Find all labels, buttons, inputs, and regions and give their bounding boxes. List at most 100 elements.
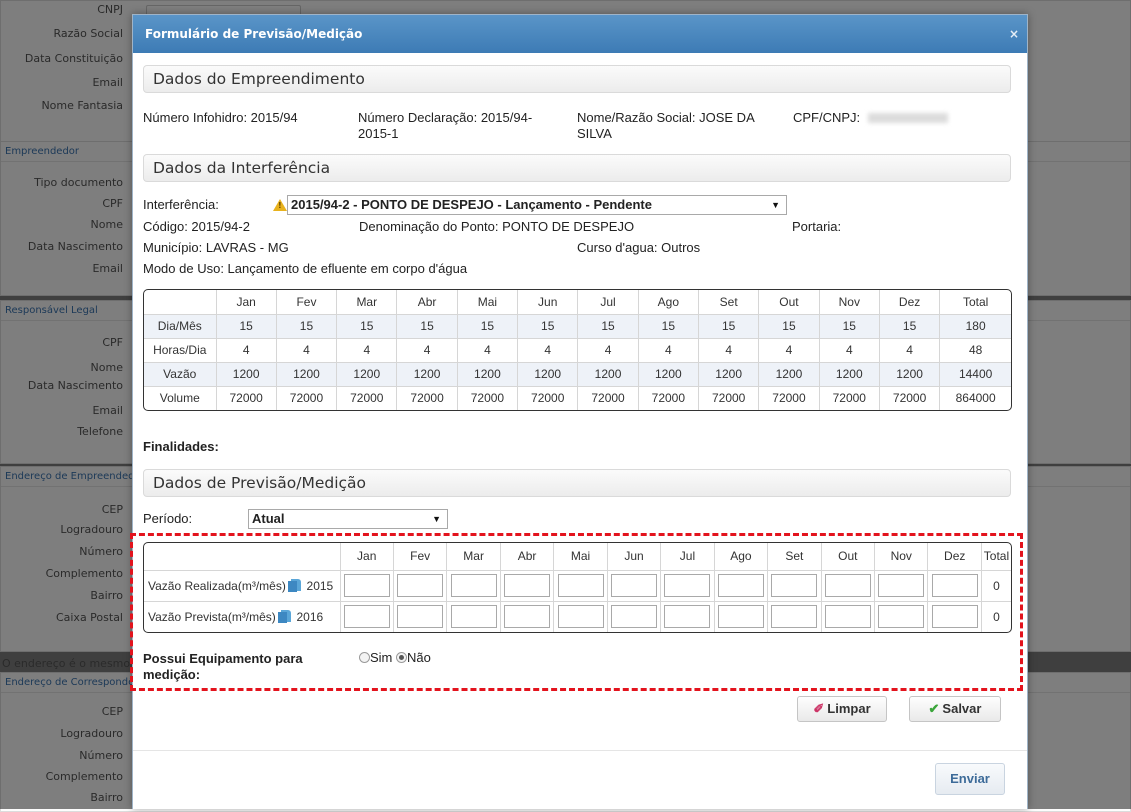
usage-cell: 15 <box>637 313 700 339</box>
month-header: Abr <box>396 290 458 315</box>
chevron-down-icon: ▼ <box>771 200 780 210</box>
row-label: Vazão <box>144 361 217 387</box>
denominacao: Denominação do Ponto: PONTO DE DESPEJO <box>359 219 635 234</box>
row-label: Dia/Mês <box>144 313 217 339</box>
usage-cell: 72000 <box>878 385 941 410</box>
row-label: Volume <box>144 385 217 410</box>
usage-cell: 15 <box>517 313 579 339</box>
usage-cell: 72000 <box>456 385 519 410</box>
month-header: Fev <box>275 290 338 315</box>
usage-cell: 15 <box>818 313 880 339</box>
municipio: Município: LAVRAS - MG <box>143 240 289 255</box>
highlight-box <box>130 533 1023 691</box>
usage-cell: 1200 <box>878 361 941 387</box>
usage-total: 864000 <box>939 385 1011 410</box>
usage-cell: 1200 <box>637 361 700 387</box>
usage-cell: 4 <box>517 337 579 363</box>
chevron-down-icon: ▼ <box>432 514 441 524</box>
month-header: Jan <box>215 290 277 315</box>
declaration-line1: Número Declaração: 2015/94- <box>358 110 533 125</box>
usage-cell: 1200 <box>336 361 398 387</box>
interferencia-select[interactable]: 2015/94-2 - PONTO DE DESPEJO - Lançament… <box>287 195 787 215</box>
usage-cell: 72000 <box>396 385 458 410</box>
usage-cell: 4 <box>758 337 820 363</box>
usage-cell: 4 <box>336 337 398 363</box>
section-empreendimento: Dados do Empreendimento <box>143 65 1011 93</box>
month-header: Mar <box>336 290 398 315</box>
usage-cell: 72000 <box>697 385 760 410</box>
periodo-select[interactable]: Atual ▼ <box>248 509 448 529</box>
usage-cell: 1200 <box>275 361 338 387</box>
codigo: Código: 2015/94-2 <box>143 219 250 234</box>
close-icon[interactable]: × <box>1009 15 1019 53</box>
clear-button[interactable]: ✐ Limpar <box>797 696 887 722</box>
usage-total: 14400 <box>939 361 1011 387</box>
cpf-cnpj-label: CPF/CNPJ: <box>793 110 861 125</box>
portaria: Portaria: <box>792 219 842 234</box>
send-button[interactable]: Enviar <box>935 763 1005 795</box>
usage-cell: 1200 <box>396 361 458 387</box>
interferencia-selected: 2015/94-2 - PONTO DE DESPEJO - Lançament… <box>291 197 652 212</box>
finalidades-label: Finalidades: <box>143 439 219 454</box>
usage-cell: 4 <box>878 337 941 363</box>
usage-row: Volume 72000 72000 72000 72000 72000 720… <box>144 385 1011 410</box>
eraser-icon: ✐ <box>813 701 825 716</box>
month-header: Dez <box>878 290 941 315</box>
usage-cell: 1200 <box>456 361 519 387</box>
usage-row: Dia/Mês 15 15 15 15 15 15 15 15 15 15 15… <box>144 313 1011 339</box>
usage-cell: 15 <box>878 313 941 339</box>
usage-cell: 15 <box>275 313 338 339</box>
month-header: Ago <box>637 290 700 315</box>
usage-cell: 4 <box>396 337 458 363</box>
periodo-label: Período: <box>143 511 193 526</box>
usage-cell: 15 <box>336 313 398 339</box>
usage-cell: 72000 <box>517 385 579 410</box>
usage-header-row: Jan Fev Mar Abr Mai Jun Jul Ago Set Out … <box>144 290 1011 315</box>
usage-cell: 1200 <box>818 361 880 387</box>
curso-agua: Curso d'agua: Outros <box>577 240 701 255</box>
usage-cell: 72000 <box>818 385 880 410</box>
usage-cell: 4 <box>275 337 338 363</box>
usage-cell: 4 <box>697 337 760 363</box>
usage-row: Horas/Dia 4 4 4 4 4 4 4 4 4 4 4 4 48 <box>144 337 1011 363</box>
usage-cell: 72000 <box>275 385 338 410</box>
total-header: Total <box>939 290 1011 315</box>
usage-cell: 72000 <box>336 385 398 410</box>
month-header: Set <box>697 290 760 315</box>
usage-cell: 1200 <box>577 361 639 387</box>
periodo-selected: Atual <box>252 511 285 526</box>
usage-cell: 4 <box>577 337 639 363</box>
usage-cell: 4 <box>215 337 277 363</box>
usage-cell: 4 <box>637 337 700 363</box>
modo-uso: Modo de Uso: Lançamento de efluente em c… <box>143 261 468 276</box>
usage-cell: 1200 <box>697 361 760 387</box>
warning-icon: ! <box>273 199 287 211</box>
cpf-cnpj-redacted <box>868 113 948 123</box>
usage-cell: 15 <box>396 313 458 339</box>
modal-header: Formulário de Previsão/Medição × <box>133 15 1027 53</box>
usage-total: 48 <box>939 337 1011 363</box>
infohidro-number: Número Infohidro: 2015/94 <box>143 110 298 125</box>
usage-cell: 4 <box>818 337 880 363</box>
section-interferencia: Dados da Interferência <box>143 154 1011 182</box>
usage-cell: 4 <box>456 337 519 363</box>
declaration-number: Número Declaração: 2015/94- 2015-1 <box>358 110 532 142</box>
usage-cell: 15 <box>697 313 760 339</box>
corner-cell <box>144 290 217 315</box>
usage-cell: 15 <box>215 313 277 339</box>
usage-table: Jan Fev Mar Abr Mai Jun Jul Ago Set Out … <box>143 289 1012 411</box>
modal-title: Formulário de Previsão/Medição <box>145 27 363 41</box>
month-header: Mai <box>456 290 519 315</box>
clear-button-label: Limpar <box>827 701 871 716</box>
save-button[interactable]: ✔ Salvar <box>909 696 1001 722</box>
usage-row: Vazão 1200 1200 1200 1200 1200 1200 1200… <box>144 361 1011 387</box>
usage-cell: 1200 <box>215 361 277 387</box>
modal-footer: Enviar <box>133 750 1027 810</box>
usage-cell: 1200 <box>758 361 820 387</box>
usage-cell: 72000 <box>215 385 277 410</box>
usage-cell: 72000 <box>577 385 639 410</box>
section-previsao: Dados de Previsão/Medição <box>143 469 1011 497</box>
declaration-line2: 2015-1 <box>358 126 399 141</box>
usage-grid: Jan Fev Mar Abr Mai Jun Jul Ago Set Out … <box>144 290 1011 410</box>
interferencia-label: Interferência: <box>143 197 219 212</box>
